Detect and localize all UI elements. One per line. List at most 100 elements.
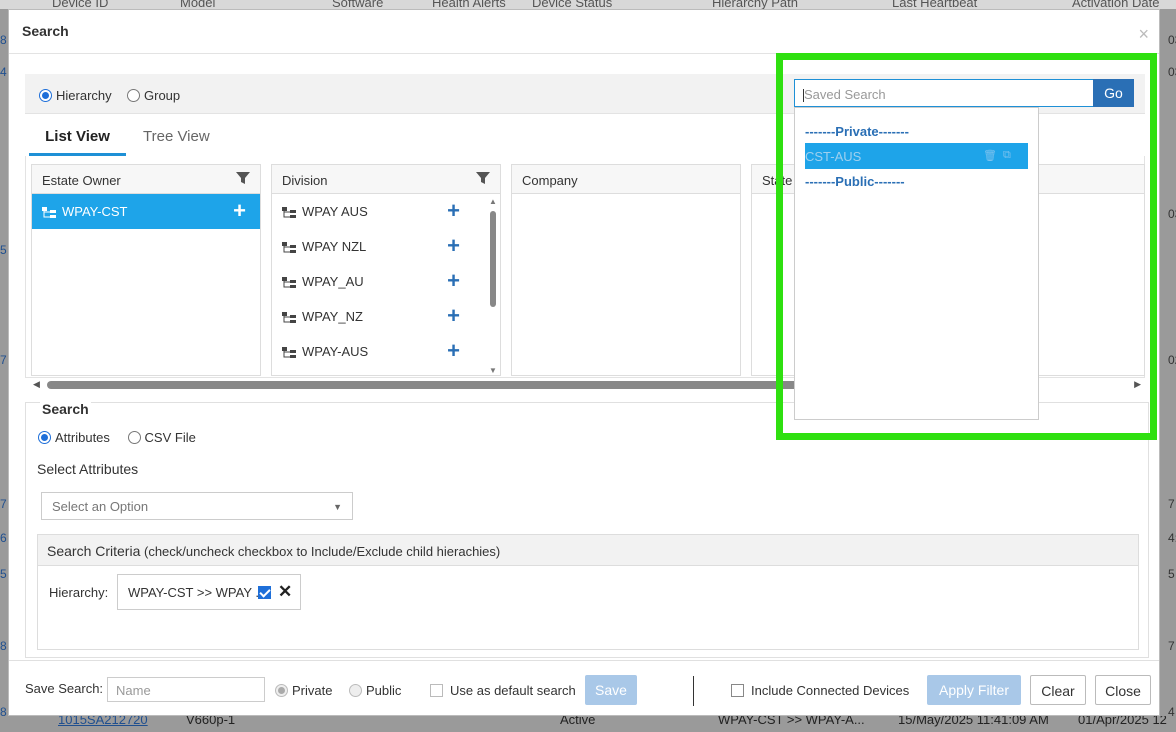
bg-right-mark: 5 (1168, 567, 1175, 581)
bg-left-mark: 5 (0, 567, 7, 581)
list-item[interactable]: WPAY-AUS + (272, 334, 500, 369)
group-radio-option[interactable]: Group (127, 87, 180, 103)
add-icon[interactable]: + (233, 200, 246, 222)
hierarchy-node-icon (282, 241, 296, 253)
column-title: Estate Owner (42, 173, 121, 188)
clear-button[interactable]: Clear (1030, 675, 1086, 705)
bg-right-mark: 7 (1168, 639, 1175, 653)
search-section: Search Attributes CSV File Select Attrib… (25, 401, 1149, 658)
tab-tree-view[interactable]: Tree View (143, 124, 233, 156)
save-search-label: Save Search: (25, 681, 104, 696)
filter-icon[interactable] (476, 172, 490, 184)
search-criteria-panel: Search Criteria (check/uncheck checkbox … (37, 534, 1139, 650)
search-section-title: Search (40, 401, 91, 417)
scrollbar-thumb[interactable] (490, 211, 496, 307)
scroll-down-icon[interactable]: ▼ (489, 366, 497, 375)
bg-status: Active (560, 716, 596, 727)
close-icon[interactable]: × (1138, 25, 1149, 43)
division-scrollbar[interactable]: ▲ ▼ (488, 197, 498, 375)
attribute-select[interactable]: Select an Option ▼ (41, 492, 353, 520)
list-item-label: WPAY AUS (302, 204, 368, 219)
bg-col-health-alerts: Health Alerts (432, 0, 506, 9)
scroll-up-icon[interactable]: ▲ (489, 197, 497, 206)
search-criteria-header: Search Criteria (check/uncheck checkbox … (38, 535, 1138, 566)
include-connected-option[interactable]: Include Connected Devices (731, 682, 909, 698)
modal-header: Search × (9, 10, 1159, 54)
bg-col-hierarchy-path: Hierarchy Path (712, 0, 798, 9)
group-radio[interactable] (127, 89, 140, 103)
filter-icon[interactable] (236, 172, 250, 184)
chevron-down-icon: ▼ (333, 502, 342, 512)
hierarchy-criteria-label: Hierarchy: (49, 585, 109, 600)
default-search-checkbox[interactable] (430, 684, 443, 698)
save-button[interactable]: Save (585, 675, 637, 705)
background-table-row: 1015SA212720 V660p-1 Active WPAY-CST >> … (0, 716, 1176, 732)
hierarchy-criteria-chip: WPAY-CST >> WPAY .. ✕ (117, 574, 301, 610)
bg-col-model: Model (180, 0, 216, 9)
hierarchy-chip-text: WPAY-CST >> WPAY .. (128, 585, 263, 600)
default-search-label: Use as default search (450, 683, 576, 699)
bg-activation: 01/Apr/2025 12 (1078, 716, 1167, 727)
division-column: Division WPAY AUS + WPAY NZL + WPAY_AU +… (271, 164, 501, 376)
private-radio-label: Private (292, 683, 333, 699)
attributes-radio-option[interactable]: Attributes (38, 429, 114, 445)
add-icon[interactable]: + (447, 200, 460, 222)
list-item[interactable]: WPAY-CST + (32, 194, 260, 229)
csv-file-radio[interactable] (127, 431, 141, 445)
bg-col-device-id: Device ID (52, 0, 109, 9)
list-item-label: WPAY-CST (62, 204, 128, 219)
include-connected-checkbox[interactable] (731, 684, 744, 698)
hierarchy-radio[interactable] (39, 89, 52, 103)
bg-model: V660p-1 (186, 716, 236, 727)
select-attributes-label: Select Attributes (37, 461, 139, 477)
tab-list-view[interactable]: List View (29, 124, 126, 156)
hierarchy-node-icon (42, 206, 56, 218)
add-icon[interactable]: + (447, 235, 460, 257)
bg-col-software: Software (332, 0, 384, 9)
modal-title: Search (22, 23, 69, 39)
bg-col-activation-date: Activation Date (1072, 0, 1160, 9)
bg-col-device-status: Device Status (532, 0, 613, 9)
list-item-label: WPAY_NZ (302, 309, 363, 324)
bg-right-mark: 7 (1168, 497, 1175, 511)
apply-filter-button[interactable]: Apply Filter (927, 675, 1021, 705)
bg-device-link[interactable]: 1015SA212720 (58, 716, 148, 727)
column-header: Estate Owner (32, 165, 260, 194)
list-item[interactable]: WPAY AUS + (272, 194, 500, 229)
add-icon[interactable]: + (447, 340, 460, 362)
remove-icon[interactable]: ✕ (278, 582, 292, 602)
bg-left-mark: 8 (0, 639, 7, 653)
default-search-option[interactable]: Use as default search (430, 682, 576, 698)
hierarchy-radio-option[interactable]: Hierarchy (39, 87, 112, 103)
bg-left-mark: 5 (0, 243, 7, 257)
bg-left-mark: 8 (0, 33, 7, 47)
list-item[interactable]: WPAY_NZ + (272, 299, 500, 334)
csv-file-radio-option[interactable]: CSV File (127, 429, 196, 446)
bg-col-last-heartbeat: Last Heartbeat (892, 0, 978, 9)
scrollbar-thumb[interactable] (47, 381, 807, 389)
list-item[interactable]: WPAY NZL + (272, 229, 500, 264)
add-icon[interactable]: + (447, 305, 460, 327)
include-connected-label: Include Connected Devices (751, 683, 910, 699)
hierarchy-radio-label: Hierarchy (56, 88, 112, 104)
column-header: Company (512, 165, 740, 194)
highlight-box (776, 53, 1157, 440)
attributes-radio[interactable] (38, 431, 51, 445)
add-icon[interactable]: + (447, 270, 460, 292)
private-radio-option[interactable]: Private (275, 682, 332, 698)
include-children-checkbox[interactable] (258, 586, 271, 599)
list-item[interactable]: WPAY_AU + (272, 264, 500, 299)
csv-file-radio-label: CSV File (144, 430, 196, 446)
list-item-label: WPAY_AU (302, 274, 364, 289)
close-button[interactable]: Close (1095, 675, 1151, 705)
bg-left-mark: 6 (0, 531, 7, 545)
public-radio-option[interactable]: Public (349, 682, 401, 698)
public-radio-label: Public (366, 683, 402, 699)
bg-left-mark: 4 (0, 65, 7, 79)
save-search-name-input[interactable]: Name (107, 677, 265, 702)
scroll-left-icon[interactable]: ◀ (33, 379, 40, 390)
public-radio[interactable] (349, 684, 362, 698)
estate-owner-column: Estate Owner WPAY-CST + (31, 164, 261, 376)
bg-left-mark: 7 (0, 497, 7, 511)
private-radio[interactable] (275, 684, 288, 698)
